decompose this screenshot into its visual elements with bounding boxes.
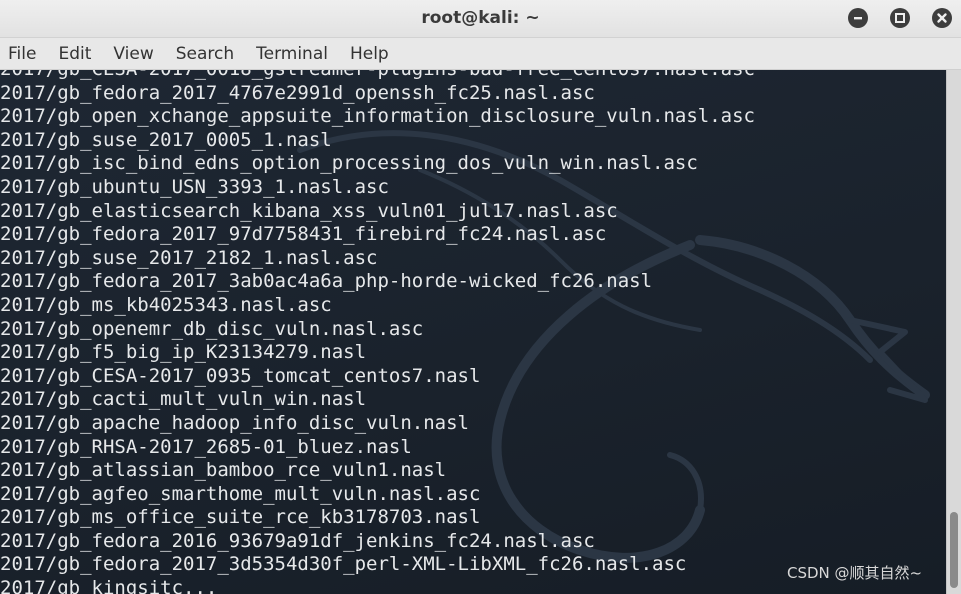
menu-bar: File Edit View Search Terminal Help xyxy=(0,38,961,70)
terminal-line: 2017/gb_fedora_2016_93679a91df_jenkins_f… xyxy=(0,529,595,552)
terminal-line: 2017/gb_atlassian_bamboo_rce_vuln1.nasl xyxy=(0,459,447,482)
terminal-line: 2017/gb_f5_big_ip_K23134279.nasl xyxy=(0,341,367,364)
menu-help[interactable]: Help xyxy=(350,44,389,64)
terminal-line: 2017/gb_fedora_2017_3ab0ac4a6a_php-horde… xyxy=(0,270,653,293)
terminal-line: 2017/gb_isc_bind_edns_option_processing_… xyxy=(0,152,698,175)
close-button[interactable] xyxy=(932,8,952,28)
terminal-line: 2017/gb_ubuntu_USN_3393_1.nasl.asc xyxy=(0,175,389,198)
menu-view[interactable]: View xyxy=(113,44,153,64)
terminal-line: 2017/gb_openemr_db_disc_vuln.nasl.asc xyxy=(0,317,424,340)
terminal-line: 2017/gb_fedora_2017_97d7758431_firebird_… xyxy=(0,223,607,246)
scrollbar-thumb[interactable] xyxy=(950,512,958,588)
terminal-line: 2017/gb_fedora_2017_3d5354d30f_perl-XML-… xyxy=(0,553,687,576)
minimize-icon xyxy=(854,17,862,20)
menu-search[interactable]: Search xyxy=(176,44,234,64)
watermark: CSDN @顺其自然~ xyxy=(787,564,923,582)
terminal-line: 2017/gb_kingsitc... xyxy=(0,577,218,594)
menu-file[interactable]: File xyxy=(8,44,36,64)
terminal-line: 2017/gb_CESA-2017_0018_gstreamer-plugins… xyxy=(0,70,755,82)
terminal-line: 2017/gb_cacti_mult_vuln_win.nasl xyxy=(0,388,367,411)
terminal-line: 2017/gb_suse_2017_2182_1.nasl.asc xyxy=(0,246,378,269)
vertical-scrollbar[interactable] xyxy=(946,70,961,594)
menu-edit[interactable]: Edit xyxy=(58,44,91,64)
minimize-button[interactable] xyxy=(848,8,868,28)
menu-terminal[interactable]: Terminal xyxy=(256,44,328,64)
terminal-line: 2017/gb_suse_2017_0005_1.nasl xyxy=(0,128,332,151)
window-title: root@kali: ~ xyxy=(421,8,540,28)
terminal-line: 2017/gb_apache_hadoop_info_disc_vuln.nas… xyxy=(0,411,469,434)
title-bar[interactable]: root@kali: ~ xyxy=(0,0,961,38)
terminal-lines: 2017/gb_CESA-2017_0018_gstreamer-plugins… xyxy=(0,70,755,594)
terminal-line: 2017/gb_fedora_2017_4767e2991d_openssh_f… xyxy=(0,81,595,104)
terminal-line: 2017/gb_ms_kb4025343.nasl.asc xyxy=(0,293,332,316)
terminal-line: 2017/gb_RHSA-2017_2685-01_bluez.nasl xyxy=(0,435,412,458)
maximize-icon xyxy=(895,13,905,23)
terminal-line: 2017/gb_ms_office_suite_rce_kb3178703.na… xyxy=(0,506,481,529)
close-icon xyxy=(937,13,947,23)
terminal-line: 2017/gb_open_xchange_appsuite_informatio… xyxy=(0,105,755,128)
terminal-output[interactable]: 2017/gb_CESA-2017_0018_gstreamer-plugins… xyxy=(0,70,946,594)
terminal-line: 2017/gb_elasticsearch_kibana_xss_vuln01_… xyxy=(0,199,618,222)
terminal-window: root@kali: ~ File Edit View Search Termi… xyxy=(0,0,961,594)
maximize-button[interactable] xyxy=(890,8,910,28)
terminal-line: 2017/gb_CESA-2017_0935_tomcat_centos7.na… xyxy=(0,364,481,387)
terminal-line: 2017/gb_agfeo_smarthome_mult_vuln.nasl.a… xyxy=(0,482,481,505)
